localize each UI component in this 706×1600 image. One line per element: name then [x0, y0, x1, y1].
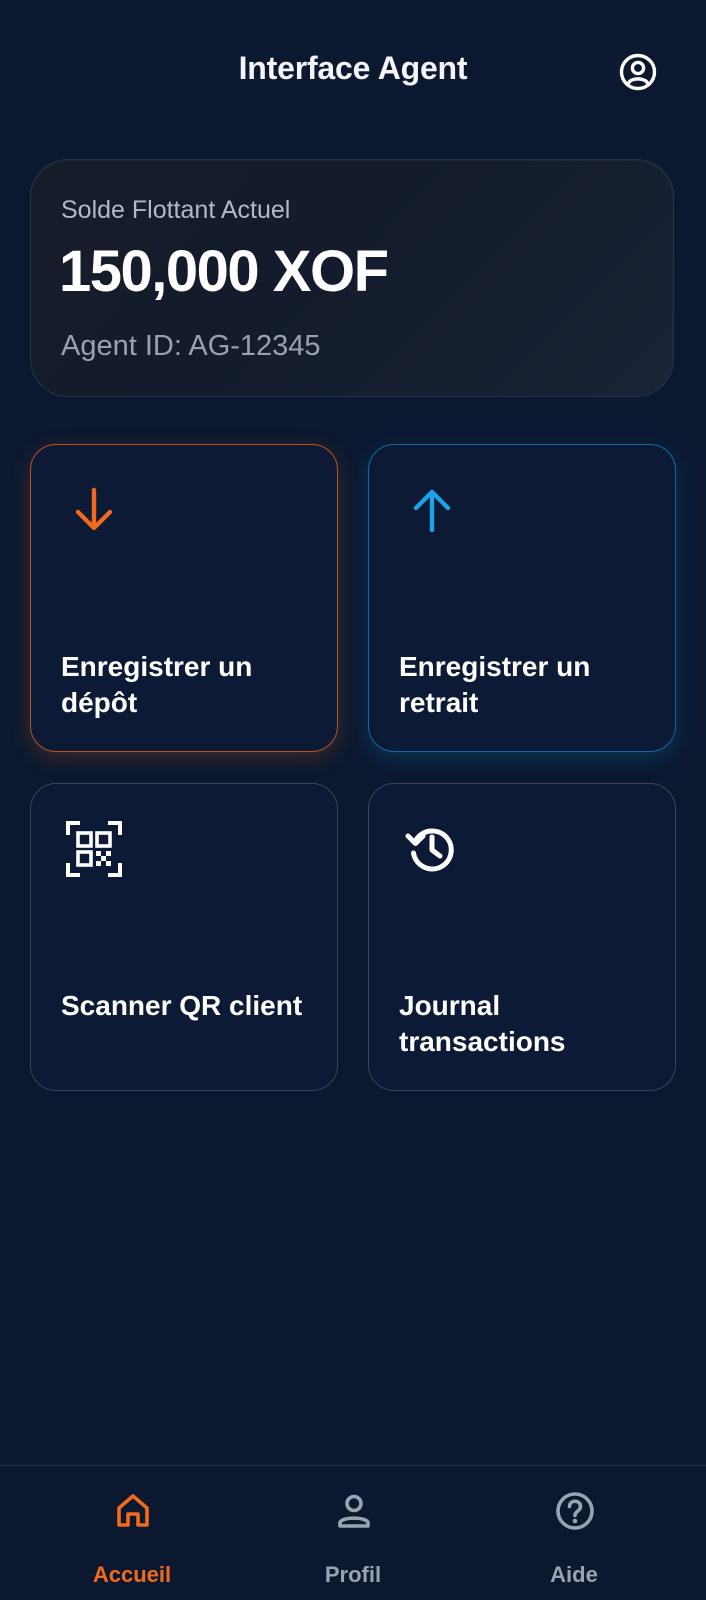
- transaction-journal-button[interactable]: Journal transactions: [368, 783, 676, 1091]
- history-icon: [403, 820, 461, 878]
- balance-card: Solde Flottant Actuel 150,000 XOF Agent …: [30, 159, 674, 397]
- nav-label-help: Aide: [550, 1562, 598, 1587]
- nav-label-profile: Profil: [324, 1562, 382, 1587]
- nav-item-home[interactable]: Accueil: [32, 1466, 232, 1600]
- nav-label-home: Accueil: [92, 1562, 172, 1587]
- balance-amount: 150,000 XOF: [59, 239, 389, 304]
- user-circle-icon: [619, 53, 657, 91]
- person-icon: [333, 1490, 375, 1532]
- record-deposit-label: Enregistrer un dépôt: [61, 651, 253, 718]
- profile-button[interactable]: [616, 50, 660, 94]
- balance-label: Solde Flottant Actuel: [61, 196, 291, 224]
- agent-app: Interface Agent Solde Flottant Actuel 15…: [0, 0, 706, 1600]
- arrow-down-icon: [65, 481, 123, 539]
- transaction-journal-label: Journal transactions: [399, 990, 566, 1057]
- home-icon: [112, 1490, 154, 1532]
- nav-item-help[interactable]: Aide: [474, 1466, 674, 1600]
- scan-qr-button[interactable]: Scanner QR client: [30, 783, 338, 1091]
- app-header: Interface Agent: [0, 0, 706, 144]
- page-title: Interface Agent: [238, 50, 468, 86]
- scan-qr-label: Scanner QR client: [61, 990, 303, 1021]
- record-withdrawal-label: Enregistrer un retrait: [399, 651, 591, 718]
- record-withdrawal-button[interactable]: Enregistrer un retrait: [368, 444, 676, 752]
- agent-id: Agent ID: AG-12345: [61, 330, 321, 362]
- arrow-up-icon: [403, 481, 461, 539]
- record-deposit-button[interactable]: Enregistrer un dépôt: [30, 444, 338, 752]
- nav-item-profile[interactable]: Profil: [253, 1466, 453, 1600]
- bottom-navigation: Accueil Profil Aide: [0, 1465, 706, 1600]
- help-circle-icon: [554, 1490, 596, 1532]
- qr-code-icon: [65, 820, 123, 878]
